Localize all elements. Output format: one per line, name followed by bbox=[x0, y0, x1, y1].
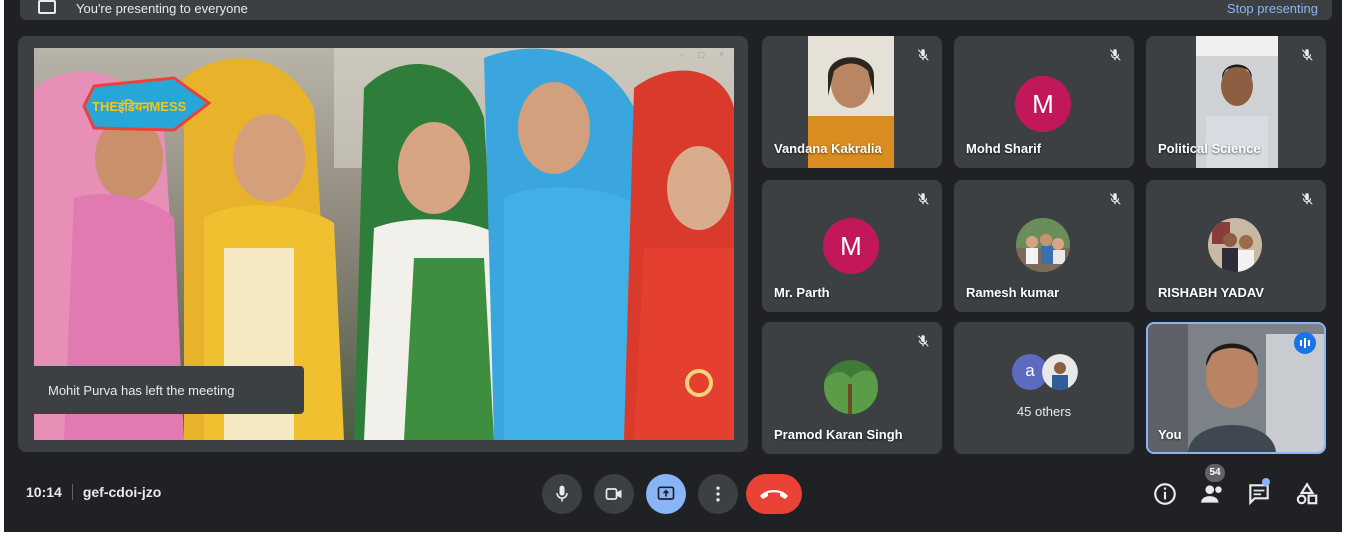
avatar bbox=[1016, 218, 1070, 272]
self-tile[interactable]: You bbox=[1146, 322, 1326, 454]
mic-off-icon bbox=[1301, 49, 1313, 61]
meeting-code: gef-cdoi-jzo bbox=[82, 484, 162, 500]
participant-name: Mr. Parth bbox=[774, 285, 830, 300]
speaking-indicator-icon bbox=[1294, 332, 1316, 354]
avatar bbox=[1208, 218, 1262, 272]
participant-name: You bbox=[1158, 427, 1182, 442]
others-tile[interactable]: a 45 others bbox=[954, 322, 1134, 454]
participant-name: Political Science bbox=[1158, 141, 1261, 156]
present-screen-icon bbox=[38, 0, 56, 14]
more-vert-icon bbox=[716, 486, 720, 502]
participant-tile[interactable]: M Mohd Sharif bbox=[954, 36, 1134, 168]
toast-text: Mohit Purva has left the meeting bbox=[48, 383, 235, 398]
others-count-label: 45 others bbox=[1016, 404, 1072, 419]
leave-call-button[interactable] bbox=[746, 474, 802, 514]
avatar: M bbox=[823, 218, 879, 274]
participant-tile[interactable]: Political Science bbox=[1146, 36, 1326, 168]
presentation-stage: THEइंडियनMESS – ▢ × Mohit Purva has left… bbox=[18, 36, 748, 452]
mic-off-icon bbox=[1301, 193, 1313, 205]
present-screen-icon bbox=[657, 486, 675, 500]
mic-off-icon bbox=[917, 49, 929, 61]
clock-time: 10:14 bbox=[26, 484, 62, 500]
mic-off-icon bbox=[1109, 193, 1121, 205]
stop-presenting-button[interactable]: Stop presenting bbox=[1227, 1, 1318, 16]
window-controls: – ▢ × bbox=[678, 50, 730, 59]
avatar bbox=[824, 360, 878, 414]
bottom-control-bar: 10:14 gef-cdoi-jzo 54 bbox=[4, 464, 1342, 524]
people-icon[interactable] bbox=[1200, 481, 1226, 507]
svg-text:THEइंडियनMESS: THEइंडियनMESS bbox=[92, 99, 187, 114]
participant-tile[interactable]: M Mr. Parth bbox=[762, 180, 942, 312]
presenting-banner: You're presenting to everyone Stop prese… bbox=[20, 0, 1332, 20]
mic-off-icon bbox=[917, 193, 929, 205]
mic-off-icon bbox=[1109, 49, 1121, 61]
participant-name: Vandana Kakralia bbox=[774, 141, 882, 156]
camera-icon bbox=[605, 488, 622, 500]
meet-window: You're presenting to everyone Stop prese… bbox=[4, 0, 1342, 532]
participant-tile[interactable]: Vandana Kakralia bbox=[762, 36, 942, 168]
meeting-details-icon[interactable] bbox=[1152, 481, 1178, 507]
hang-up-icon bbox=[760, 490, 788, 499]
divider bbox=[71, 484, 73, 500]
participant-name: Pramod Karan Singh bbox=[774, 427, 903, 442]
chat-notification-dot bbox=[1262, 478, 1270, 486]
people-count-badge: 54 bbox=[1205, 464, 1225, 482]
participant-name: RISHABH YADAV bbox=[1158, 285, 1264, 300]
participant-name: Ramesh kumar bbox=[966, 285, 1060, 300]
present-now-button[interactable] bbox=[646, 474, 686, 514]
meeting-info: 10:14 gef-cdoi-jzo bbox=[26, 484, 161, 500]
participant-tile[interactable]: Ramesh kumar bbox=[954, 180, 1134, 312]
more-options-button[interactable] bbox=[698, 474, 738, 514]
activities-icon[interactable] bbox=[1294, 481, 1320, 507]
participant-name: Mohd Sharif bbox=[966, 141, 1042, 156]
mic-button[interactable] bbox=[542, 474, 582, 514]
mic-icon bbox=[556, 485, 568, 502]
mic-off-icon bbox=[917, 335, 929, 347]
participant-tile[interactable]: Pramod Karan Singh bbox=[762, 322, 942, 454]
camera-button[interactable] bbox=[594, 474, 634, 514]
participant-tile[interactable]: RISHABH YADAV bbox=[1146, 180, 1326, 312]
avatar bbox=[1042, 354, 1078, 390]
avatar: M bbox=[1015, 76, 1071, 132]
notification-toast: Mohit Purva has left the meeting bbox=[26, 366, 304, 414]
presenting-status-text: You're presenting to everyone bbox=[76, 1, 248, 16]
